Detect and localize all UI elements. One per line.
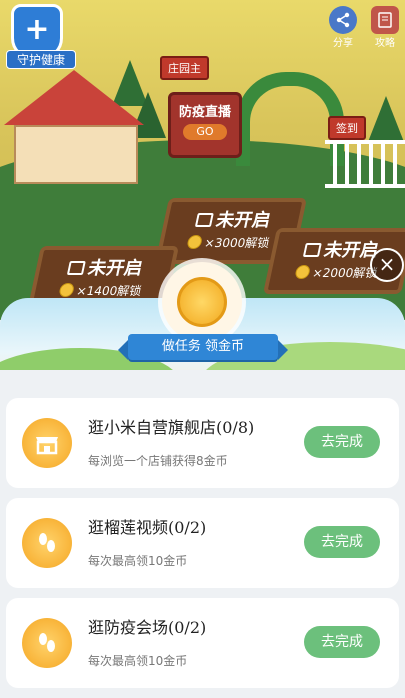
go-complete-button[interactable]: 去完成	[304, 626, 380, 658]
guide-label: 攻略	[375, 38, 395, 49]
task-description: 每浏览一个店铺获得8金币	[88, 454, 228, 468]
live-sign-title: 防疫直播	[178, 105, 231, 120]
task-item: 逛榴莲视频(0/2) 每次最高领10金币 去完成	[6, 498, 399, 588]
coin-icon	[186, 235, 204, 249]
go-complete-button[interactable]: 去完成	[304, 426, 380, 458]
lock-icon	[66, 261, 86, 275]
farm-house[interactable]	[4, 70, 144, 184]
white-fence	[325, 140, 405, 188]
close-button[interactable]: ×	[370, 248, 404, 282]
lock-icon	[302, 243, 322, 257]
checkin-sign[interactable]: 签到	[328, 116, 366, 140]
footprints-icon	[22, 518, 72, 568]
share-label: 分享	[333, 38, 353, 49]
signpost-owner: 庄园主	[160, 56, 209, 80]
task-title: 逛榴莲视频(0/2)	[88, 518, 207, 537]
go-complete-button[interactable]: 去完成	[304, 526, 380, 558]
task-title: 逛小米自营旗舰店(0/8)	[88, 418, 255, 437]
plot-cost: ×3000解锁	[203, 236, 271, 250]
live-go-button[interactable]: GO	[183, 124, 227, 140]
store-icon	[22, 418, 72, 468]
book-icon	[371, 6, 399, 34]
live-stream-sign[interactable]: 防疫直播 GO	[168, 92, 242, 158]
close-icon: ×	[378, 252, 396, 276]
guide-button[interactable]: 攻略	[370, 6, 400, 49]
plot-name: 未开启	[214, 210, 273, 231]
task-description: 每次最高领10金币	[88, 654, 188, 668]
lock-icon	[194, 213, 214, 227]
footprints-icon	[22, 618, 72, 668]
share-button[interactable]: 分享	[328, 6, 358, 49]
plot-name: 未开启	[86, 258, 145, 279]
health-badge-button[interactable]: + 守护健康	[6, 4, 76, 69]
health-badge-label: 守护健康	[6, 50, 76, 69]
task-description: 每次最高领10金币	[88, 554, 188, 568]
gold-coin-icon	[162, 262, 242, 342]
task-panel: 做任务 领金币 逛小米自营旗舰店(0/8) 每浏览一个店铺获得8金币 去完成 逛…	[0, 262, 405, 688]
task-item: 逛防疫会场(0/2) 每次最高领10金币 去完成	[6, 598, 399, 688]
share-icon	[329, 6, 357, 34]
coin-icon	[294, 265, 312, 279]
task-list: 逛小米自营旗舰店(0/8) 每浏览一个店铺获得8金币 去完成 逛榴莲视频(0/2…	[0, 398, 405, 698]
task-item: 逛小米自营旗舰店(0/8) 每浏览一个店铺获得8金币 去完成	[6, 398, 399, 488]
panel-ribbon-title: 做任务 领金币	[118, 334, 288, 360]
pine-tree	[368, 96, 404, 142]
task-title: 逛防疫会场(0/2)	[88, 618, 207, 637]
plot-cost: ×2000解锁	[311, 266, 379, 280]
